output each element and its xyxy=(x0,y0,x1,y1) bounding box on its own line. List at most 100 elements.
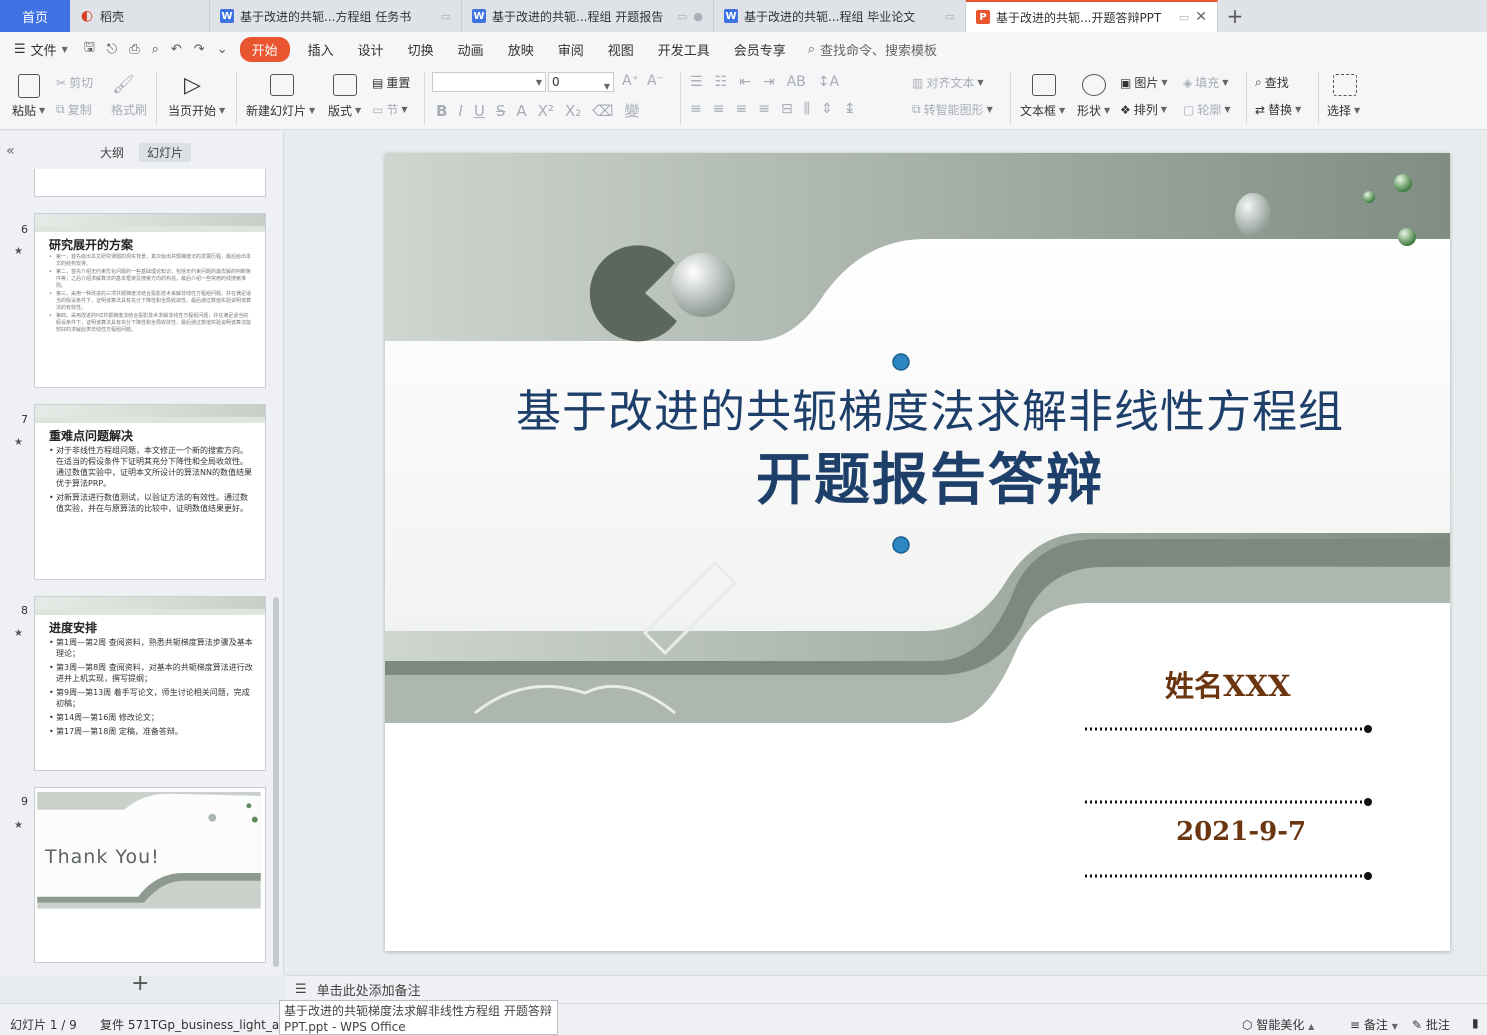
format-painter-icon[interactable]: 🖌 xyxy=(112,74,135,95)
layout-icon[interactable] xyxy=(333,74,357,96)
select-icon[interactable] xyxy=(1333,74,1357,96)
slide-title[interactable]: 基于改进的共轭梯度法求解非线性方程组 xyxy=(385,375,1450,440)
new-tab-button[interactable]: + xyxy=(1218,0,1252,32)
find-button[interactable]: ⌕ 查找 xyxy=(1255,74,1289,91)
customize-icon[interactable]: ⌄ xyxy=(217,42,228,57)
cloud-icon[interactable]: ▭ xyxy=(441,10,451,23)
paste-icon[interactable] xyxy=(18,74,40,98)
presenter-name[interactable]: 姓名XXX xyxy=(1165,663,1291,705)
slide-thumb-8[interactable]: 进度安排 第1周—第2周 查阅资料，熟悉共轭梯度算法步骤及基本理论； 第3周—第… xyxy=(34,596,266,771)
textbox-button[interactable]: 文本框 ▼ xyxy=(1020,102,1065,119)
slide-thumb-6[interactable]: 研究展开的方案 第一，首先给出本文研究课题的现实背景，其次给出共轭梯度法的发展历… xyxy=(34,213,266,388)
command-search[interactable]: ⌕ 查找命令、搜索模板 xyxy=(808,40,937,59)
smart-art-button[interactable]: ⧉ 转智能图形 ▼ xyxy=(912,101,993,118)
shape-icon[interactable] xyxy=(1082,74,1106,96)
align-center-icon[interactable]: ≡ xyxy=(713,101,725,117)
cut-button[interactable]: ✂ 剪切 xyxy=(56,74,93,91)
presentation-date[interactable]: 2021-9-7 xyxy=(1176,817,1306,847)
tab-doc-report[interactable]: W 基于改进的共轭...程组 开题报告 ▭ ● xyxy=(462,0,714,32)
line-spacing2-icon[interactable]: ↨ xyxy=(844,101,856,117)
bold-icon[interactable]: B xyxy=(436,102,447,120)
tab-doc-thesis[interactable]: W 基于改进的共轭...程组 毕业论文 ▭ xyxy=(714,0,966,32)
underline-icon[interactable]: U xyxy=(474,102,485,120)
menu-animation[interactable]: 动画 xyxy=(446,37,496,62)
superscript-icon[interactable]: X² xyxy=(538,102,554,120)
clear-format-icon[interactable]: ⌫ xyxy=(592,102,613,120)
outline-button[interactable]: ▢ 轮廓 ▼ xyxy=(1183,101,1231,118)
slide-thumb-9[interactable]: Thank You! xyxy=(34,787,266,963)
slide-thumb-5[interactable] xyxy=(34,169,266,197)
menu-slideshow[interactable]: 放映 xyxy=(496,37,546,62)
line-spacing-icon[interactable]: ↕A xyxy=(818,74,839,90)
tab-slides[interactable]: 幻灯片 xyxy=(139,143,192,162)
textbox-icon[interactable] xyxy=(1032,74,1056,96)
shape-button[interactable]: 形状 ▼ xyxy=(1077,102,1110,119)
align-left-icon[interactable]: ≡ xyxy=(690,101,702,117)
collapse-panel-icon[interactable]: « xyxy=(6,143,15,159)
new-slide-icon[interactable] xyxy=(270,74,294,96)
picture-button[interactable]: ▣ 图片 ▼ xyxy=(1120,74,1168,91)
menu-home[interactable]: 开始 xyxy=(239,36,290,62)
tab-daoke[interactable]: ◐ 稻壳 xyxy=(70,0,210,32)
align-text-button[interactable]: ▥ 对齐文本 ▼ xyxy=(912,74,984,91)
cloud-icon[interactable]: ▭ xyxy=(945,10,955,23)
shrink-font-icon[interactable]: A⁻ xyxy=(647,73,664,89)
redo-icon[interactable]: ↷ xyxy=(194,42,205,57)
format-painter-button[interactable]: 格式刷 xyxy=(111,101,147,118)
comments-button[interactable]: ✎ 批注 xyxy=(1412,1016,1450,1033)
share-icon[interactable]: ⎋ xyxy=(107,42,117,57)
save-icon[interactable]: 🖫 xyxy=(84,38,95,60)
justify-icon[interactable]: ≡ xyxy=(758,101,770,117)
font-size-select[interactable]: 0 ▼ xyxy=(548,72,614,92)
columns-icon[interactable]: ⫼ xyxy=(804,101,810,117)
increase-indent-icon[interactable]: ⇥ xyxy=(763,74,775,90)
add-slide-button[interactable]: + xyxy=(131,971,149,996)
layout-button[interactable]: 版式 ▼ xyxy=(328,102,361,119)
subscript-icon[interactable]: X₂ xyxy=(565,102,581,120)
align-right-icon[interactable]: ≡ xyxy=(735,101,747,117)
slide-subtitle[interactable]: 开题报告答辩 xyxy=(385,435,1450,516)
arrange-button[interactable]: ❖ 排列 ▼ xyxy=(1120,101,1167,118)
fill-button[interactable]: ◈ 填充 ▼ xyxy=(1183,74,1228,91)
menu-member[interactable]: 会员专享 xyxy=(722,37,798,62)
undo-icon[interactable]: ↶ xyxy=(171,42,182,57)
notes-pane[interactable]: ☰ 单击此处添加备注 xyxy=(285,975,1487,1003)
grow-font-icon[interactable]: A⁺ xyxy=(622,73,639,89)
section-button[interactable]: ▭ 节 ▼ xyxy=(372,101,408,118)
new-slide-button[interactable]: 新建幻灯片 ▼ xyxy=(246,102,315,119)
tab-doc-task[interactable]: W 基于改进的共轭...方程组 任务书 ▭ xyxy=(210,0,462,32)
current-slide[interactable]: 基于改进的共轭梯度法求解非线性方程组 开题报告答辩 姓名XXX 2021-9-7 xyxy=(385,153,1450,951)
italic-icon[interactable]: I xyxy=(458,102,462,120)
normal-view-icon[interactable]: ▮ xyxy=(1472,1016,1479,1030)
paste-button[interactable]: 粘贴 ▼ xyxy=(12,102,45,119)
print-preview-icon[interactable]: ⌕ xyxy=(152,42,159,57)
phonetic-icon[interactable]: 變 xyxy=(624,100,639,121)
copy-button[interactable]: ⧉ 复制 xyxy=(56,101,92,118)
select-button[interactable]: 选择 ▼ xyxy=(1327,102,1360,119)
play-from-current-button[interactable]: 当页开始 ▼ xyxy=(168,102,225,119)
decrease-indent-icon[interactable]: ⇤ xyxy=(739,74,751,90)
numbered-list-icon[interactable]: ☷ xyxy=(715,74,728,90)
tab-home[interactable]: 首页 xyxy=(0,0,70,32)
play-icon[interactable]: ▷ xyxy=(184,73,201,98)
bullet-list-icon[interactable]: ☰ xyxy=(690,74,703,90)
menu-review[interactable]: 审阅 xyxy=(546,37,596,62)
menu-transition[interactable]: 切换 xyxy=(396,37,446,62)
tab-ppt[interactable]: P 基于改进的共轭...开题答辩PPT ▭ ✕ xyxy=(966,0,1218,32)
text-direction-icon[interactable]: AB xyxy=(787,74,806,90)
notes-button[interactable]: ≡ 备注 ▼ xyxy=(1350,1016,1398,1033)
cloud-icon[interactable]: ▭ xyxy=(1179,11,1189,24)
menu-developer[interactable]: 开发工具 xyxy=(646,37,722,62)
tab-outline[interactable]: 大纲 xyxy=(92,143,132,162)
file-menu[interactable]: ☰ 文件 ▼ xyxy=(14,40,68,59)
panel-scrollbar[interactable] xyxy=(273,597,279,967)
menu-view[interactable]: 视图 xyxy=(596,37,646,62)
close-icon[interactable]: ✕ xyxy=(1195,9,1207,25)
font-family-select[interactable]: ▼ xyxy=(432,72,546,92)
cloud-icon[interactable]: ▭ xyxy=(677,10,687,23)
slide-thumb-7[interactable]: 重难点问题解决 对于非线性方程组问题，本文修正一个新的搜索方向。在适当的假设条件… xyxy=(34,404,266,580)
menu-design[interactable]: 设计 xyxy=(346,37,396,62)
font-color-icon[interactable]: A xyxy=(516,102,526,120)
distribute-icon[interactable]: ⊟ xyxy=(781,101,793,117)
reset-button[interactable]: ▤ 重置 xyxy=(372,74,410,91)
